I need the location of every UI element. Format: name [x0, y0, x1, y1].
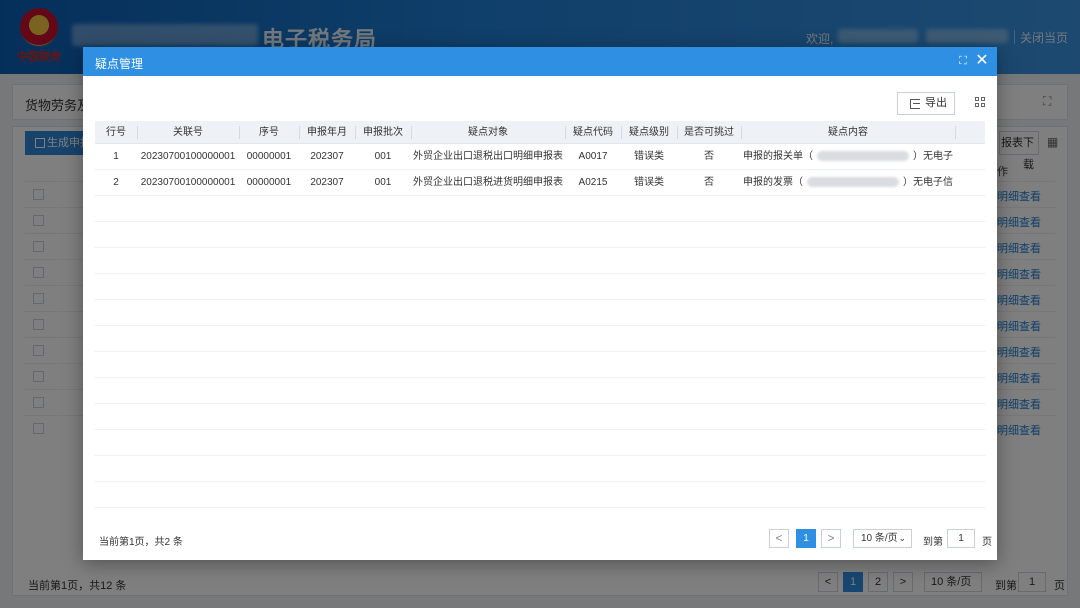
th-col-batch: 申报批次 [363, 127, 403, 138]
header-divider [355, 126, 356, 139]
export-icon [910, 99, 920, 109]
empty-row-line [95, 221, 985, 222]
empty-row-line [95, 507, 985, 508]
th-col-index: 行号 [106, 127, 126, 138]
content-suffix: ）无电子信... [913, 151, 953, 162]
th-col-object: 疑点对象 [468, 127, 508, 138]
next-page-button[interactable]: > [821, 529, 841, 548]
cell-content: 申报的发票（ ）无电子信息，应... [743, 170, 953, 196]
suspicious-items-modal: 疑点管理 ⛶ ✕ 导出 行号 关联号 序号 申报年月 申报批次 疑点对象 疑点代码 疑点级别 是… [83, 47, 997, 560]
cell-object: 外贸企业出口退税进货明细申报表 [413, 177, 563, 188]
header-divider [565, 126, 566, 139]
table-row: 2 20230700100000001 00000001 202307 001 外贸企业出… [95, 170, 985, 196]
goto-prefix: 到第 [923, 537, 943, 548]
th-col-content: 疑点内容 [828, 127, 868, 138]
page-1[interactable]: 1 [796, 529, 816, 548]
empty-row-line [95, 377, 985, 378]
th-col-period: 申报年月 [307, 127, 347, 138]
empty-row-line [95, 403, 985, 404]
header-divider [411, 126, 412, 139]
empty-row-line [95, 429, 985, 430]
export-button-label: 导出 [925, 97, 947, 109]
th-col-ref-no: 关联号 [173, 127, 203, 138]
cell-level: 错误类 [634, 151, 664, 162]
maximize-icon[interactable]: ⛶ [957, 55, 969, 67]
cell-code: A0017 [578, 151, 608, 162]
cell-skippable: 否 [704, 177, 714, 188]
header-divider [239, 126, 240, 139]
empty-row-line [95, 351, 985, 352]
export-button[interactable]: 导出 [897, 92, 955, 115]
cell-seq: 00000001 [246, 177, 292, 188]
goto-page-input[interactable] [947, 529, 975, 548]
empty-row-line [95, 481, 985, 482]
close-icon[interactable]: ✕ [975, 52, 989, 70]
header-divider [299, 126, 300, 139]
page-size-value: 10 条/页 [861, 533, 898, 544]
empty-row-line [95, 325, 985, 326]
cell-period: 202307 [310, 151, 344, 162]
th-col-code: 疑点代码 [573, 127, 613, 138]
cell-index: 1 [113, 151, 119, 162]
redacted-document-number [817, 151, 909, 162]
empty-row-line [95, 273, 985, 274]
empty-row-line [95, 455, 985, 456]
th-col-skippable: 是否可挑过 [684, 127, 734, 138]
header-divider [137, 126, 138, 139]
cell-batch: 001 [374, 151, 392, 162]
content-prefix: 申报的发票（ [743, 177, 803, 188]
header-divider [677, 126, 678, 139]
header-divider [741, 126, 742, 139]
empty-row-line [95, 247, 985, 248]
content-suffix: ）无电子信息，应... [903, 177, 953, 188]
cell-content: 申报的报关单（ ）无电子信... [743, 144, 953, 170]
cell-code: A0215 [578, 177, 608, 188]
modal-title: 疑点管理 [95, 57, 144, 71]
header-divider [955, 126, 956, 139]
th-col-seq: 序号 [259, 127, 279, 138]
prev-page-button[interactable]: < [769, 529, 789, 548]
content-prefix: 申报的报关单（ [743, 151, 813, 162]
goto-suffix: 页 [982, 537, 992, 548]
cell-seq: 00000001 [246, 151, 292, 162]
page-size-select[interactable]: 10 条/页 ⌄ [853, 529, 912, 548]
cell-object: 外贸企业出口退税出口明细申报表 [413, 151, 563, 162]
th-col-level: 疑点级别 [629, 127, 669, 138]
cell-period: 202307 [310, 177, 344, 188]
pagination-total: 当前第1页，共2 条 [99, 537, 183, 548]
chevron-down-icon: ⌄ [898, 533, 906, 543]
cell-skippable: 否 [704, 151, 714, 162]
cell-batch: 001 [374, 177, 392, 188]
cell-ref_no: 20230700100000001 [140, 177, 236, 188]
redacted-document-number [807, 177, 899, 188]
cell-level: 错误类 [634, 177, 664, 188]
modal-header: 疑点管理 ⛶ ✕ [83, 47, 997, 76]
table-row: 1 20230700100000001 00000001 202307 001 外贸企业出… [95, 144, 985, 170]
table-header: 行号 关联号 序号 申报年月 申报批次 疑点对象 疑点代码 疑点级别 是否可挑过 疑点内容 [95, 121, 985, 144]
empty-row-line [95, 299, 985, 300]
cell-index: 2 [113, 177, 119, 188]
cell-ref_no: 20230700100000001 [140, 151, 236, 162]
header-divider [621, 126, 622, 139]
column-settings-icon[interactable] [975, 97, 986, 108]
